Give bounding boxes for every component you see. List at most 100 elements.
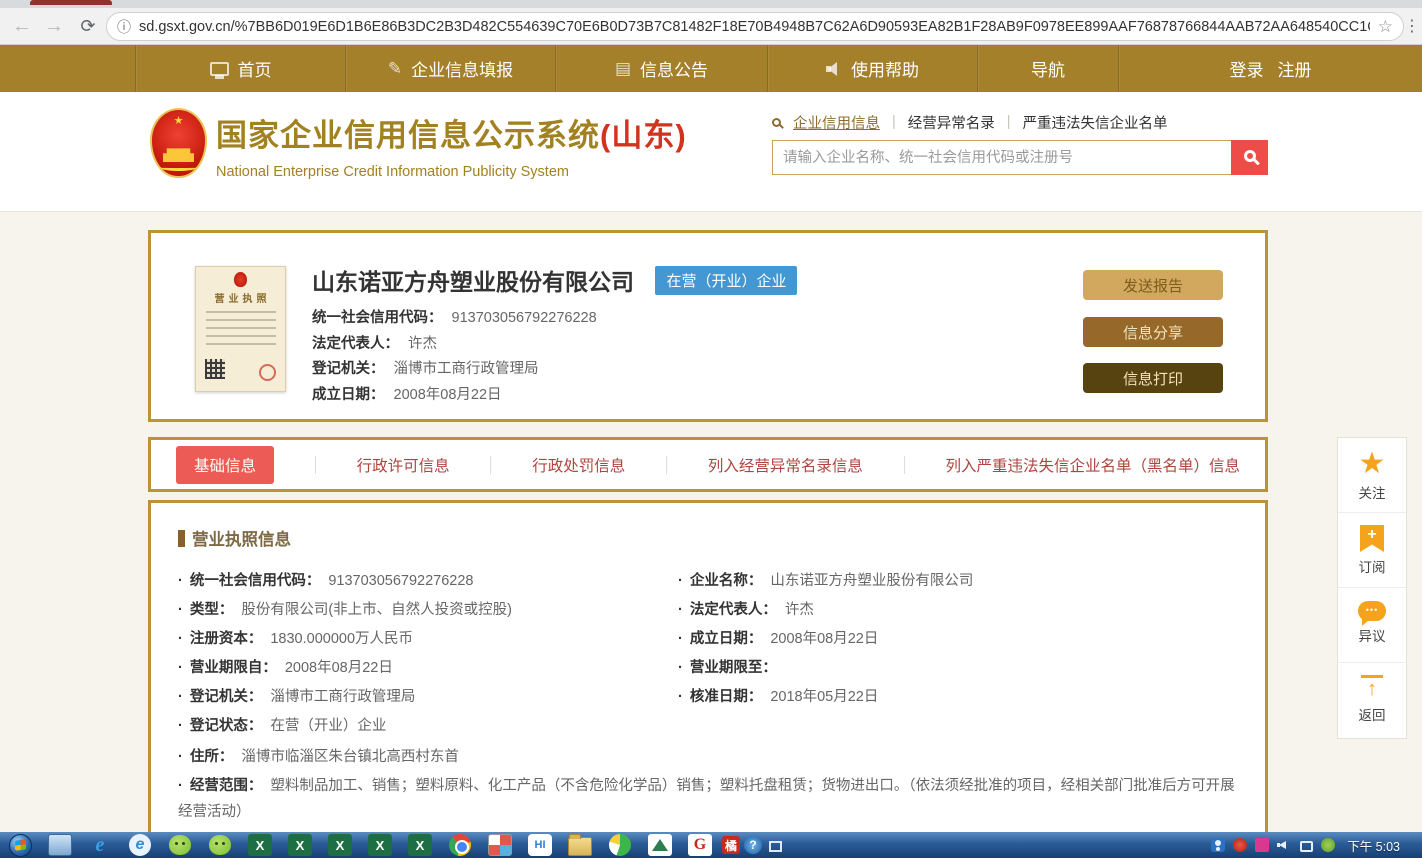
search-tab-illegal-list[interactable]: 严重违法失信企业名单 (1023, 112, 1168, 133)
taskbar-browser-360[interactable]: e (120, 834, 160, 856)
monitor-icon (210, 62, 229, 76)
site-titles: 国家企业信用信息公示系统(山东) National Enterprise Cre… (216, 110, 687, 180)
forward-icon[interactable]: → (40, 11, 68, 41)
nav-item-home[interactable]: 首页 (135, 45, 345, 92)
follow-button[interactable]: ★ 关注 (1338, 438, 1406, 513)
field-label: 核准日期： (690, 689, 763, 705)
tray-wechat[interactable] (1317, 838, 1339, 852)
field-legal-rep: 法定代表人：许杰 (678, 596, 1238, 625)
nav-item-navigation[interactable]: 导航 (977, 45, 1118, 92)
url-bar[interactable]: ⓘ sd.gsxt.gov.cn/%7BB6D019E6D1B6E86B3DC2… (106, 12, 1404, 41)
red-tray-icon (1233, 838, 1247, 852)
taskbar-excel-5[interactable]: X (400, 834, 440, 856)
field-label: 企业名称： (690, 573, 763, 589)
nav-item-help[interactable]: 使用帮助 (767, 45, 977, 92)
search-icon (772, 118, 781, 127)
field-label: 营业期限自： (190, 660, 277, 676)
screen: ← → ⟳ ⓘ sd.gsxt.gov.cn/%7BB6D019E6D1B6E8… (0, 0, 1422, 858)
taskbar-wechat-2[interactable] (200, 835, 240, 855)
tray-network[interactable] (1295, 839, 1317, 852)
nav-spacer (0, 45, 135, 92)
green-circle-app-icon (609, 834, 631, 856)
bookmark-star-icon[interactable]: ☆ (1378, 17, 1393, 37)
search-button[interactable] (1231, 140, 1268, 175)
company-name: 山东诺亚方舟塑业股份有限公司 (312, 263, 634, 297)
info-tabs: 基础信息 行政许可信息 行政处罚信息 列入经营异常名录信息 列入严重违法失信企业… (148, 437, 1268, 492)
status-badge: 在营（开业）企业 (655, 266, 797, 295)
tray-red-app[interactable] (1229, 838, 1251, 852)
company-field-registration-authority: 登记机关：淄博市工商行政管理局 (312, 357, 797, 383)
tab-administrative-license[interactable]: 行政许可信息 (357, 454, 450, 476)
business-license-image[interactable]: 营业执照 (195, 266, 286, 392)
tray-ju-app[interactable]: 橘 (720, 836, 742, 854)
search-tab-credit-info[interactable]: 企业信用信息 (793, 112, 880, 133)
field-value: 913703056792276228 (452, 310, 597, 326)
tray-volume[interactable] (1273, 838, 1295, 852)
browser-tab-strip[interactable] (0, 0, 1422, 8)
subscribe-button[interactable]: + 订阅 (1338, 513, 1406, 588)
browser-tab[interactable] (30, 0, 112, 5)
tray-help[interactable]: ? (742, 836, 764, 854)
share-info-button[interactable]: 信息分享 (1083, 317, 1223, 347)
taskbar-excel-1[interactable]: X (240, 834, 280, 856)
taskbar-photos-app[interactable] (480, 834, 520, 856)
send-report-button[interactable]: 发送报告 (1083, 270, 1223, 300)
ju-app-icon: 橘 (722, 836, 740, 854)
wechat-icon (169, 835, 191, 855)
field-registration-status: 登记状态：在营（开业）企业 (178, 712, 678, 741)
taskbar-excel-3[interactable]: X (320, 834, 360, 856)
page-info-icon[interactable]: ⓘ (117, 17, 131, 37)
taskbar-chrome[interactable] (440, 834, 480, 856)
field-label: 注册资本： (190, 631, 263, 647)
license-text-lines (206, 311, 276, 351)
taskbar-excel-4[interactable]: X (360, 834, 400, 856)
tray-user[interactable] (1207, 838, 1229, 852)
taskbar-hi-app[interactable]: HI (520, 834, 560, 856)
taskbar-green-app-2[interactable] (640, 834, 680, 856)
taskbar-green-app-1[interactable] (600, 834, 640, 856)
taskbar-folder[interactable] (560, 835, 600, 856)
excel-icon: X (368, 834, 392, 856)
nav-item-enterprise-filing[interactable]: ✎ 企业信息填报 (345, 45, 555, 92)
company-field-establish-date: 成立日期：2008年08月22日 (312, 383, 797, 409)
taskbar-window-app[interactable] (40, 834, 80, 856)
tab-administrative-penalty[interactable]: 行政处罚信息 (532, 454, 625, 476)
bookmark-plus-icon: + (1360, 525, 1384, 552)
start-button[interactable] (0, 834, 40, 857)
tab-basic-info[interactable]: 基础信息 (176, 446, 274, 484)
license-emblem-icon (234, 272, 247, 287)
taskbar-wechat-1[interactable] (160, 835, 200, 855)
taskbar-ie[interactable]: e (80, 834, 120, 856)
objection-button[interactable]: ••• 异议 (1338, 588, 1406, 663)
pen-icon: ✎ (388, 59, 402, 79)
url-text[interactable]: sd.gsxt.gov.cn/%7BB6D019E6D1B6E86B3DC2B3… (139, 19, 1370, 35)
register-link[interactable]: 注册 (1278, 56, 1312, 81)
browser-menu-icon[interactable]: ⋮ (1404, 16, 1420, 36)
print-info-button[interactable]: 信息打印 (1083, 363, 1223, 393)
field-term-from: 营业期限自：2008年08月22日 (178, 654, 678, 683)
taskbar-g-app[interactable]: G (680, 834, 720, 856)
emblem-gate-icon (163, 146, 194, 162)
search-tab-abnormal-list[interactable]: 经营异常名录 (908, 112, 995, 133)
login-link[interactable]: 登录 (1230, 56, 1264, 81)
tab-serious-violations-blacklist[interactable]: 列入严重违法失信企业名单（黑名单）信息 (945, 454, 1240, 476)
license-seal-icon (259, 364, 276, 381)
taskbar-excel-2[interactable]: X (280, 834, 320, 856)
tab-abnormal-operations[interactable]: 列入经营异常名录信息 (708, 454, 863, 476)
back-to-top-button[interactable]: ↑ 返回 (1338, 663, 1406, 738)
search-input[interactable] (772, 140, 1231, 175)
field-value: 淄博市临淄区朱台镇北高西村东首 (241, 749, 459, 765)
back-icon[interactable]: ← (8, 11, 36, 41)
speaker-icon (826, 62, 842, 76)
tray-pink-app[interactable] (1251, 838, 1273, 852)
back-to-top-icon: ↑ (1361, 675, 1383, 699)
field-establish-date: 成立日期：2008年08月22日 (678, 625, 1238, 654)
wechat-icon (209, 835, 231, 855)
reload-icon[interactable]: ⟳ (74, 11, 102, 41)
site-subtitle: National Enterprise Credit Information P… (216, 164, 687, 180)
hi-app-icon: HI (528, 834, 552, 856)
tray-restore-window[interactable] (764, 839, 786, 852)
taskbar-clock[interactable]: 下午 5:03 (1347, 836, 1400, 855)
nav-item-announcements[interactable]: ▤ 信息公告 (555, 45, 767, 92)
field-value: 塑料制品加工、销售；塑料原料、化工产品（不含危险化学品）销售；塑料托盘租赁；货物… (178, 778, 1235, 820)
